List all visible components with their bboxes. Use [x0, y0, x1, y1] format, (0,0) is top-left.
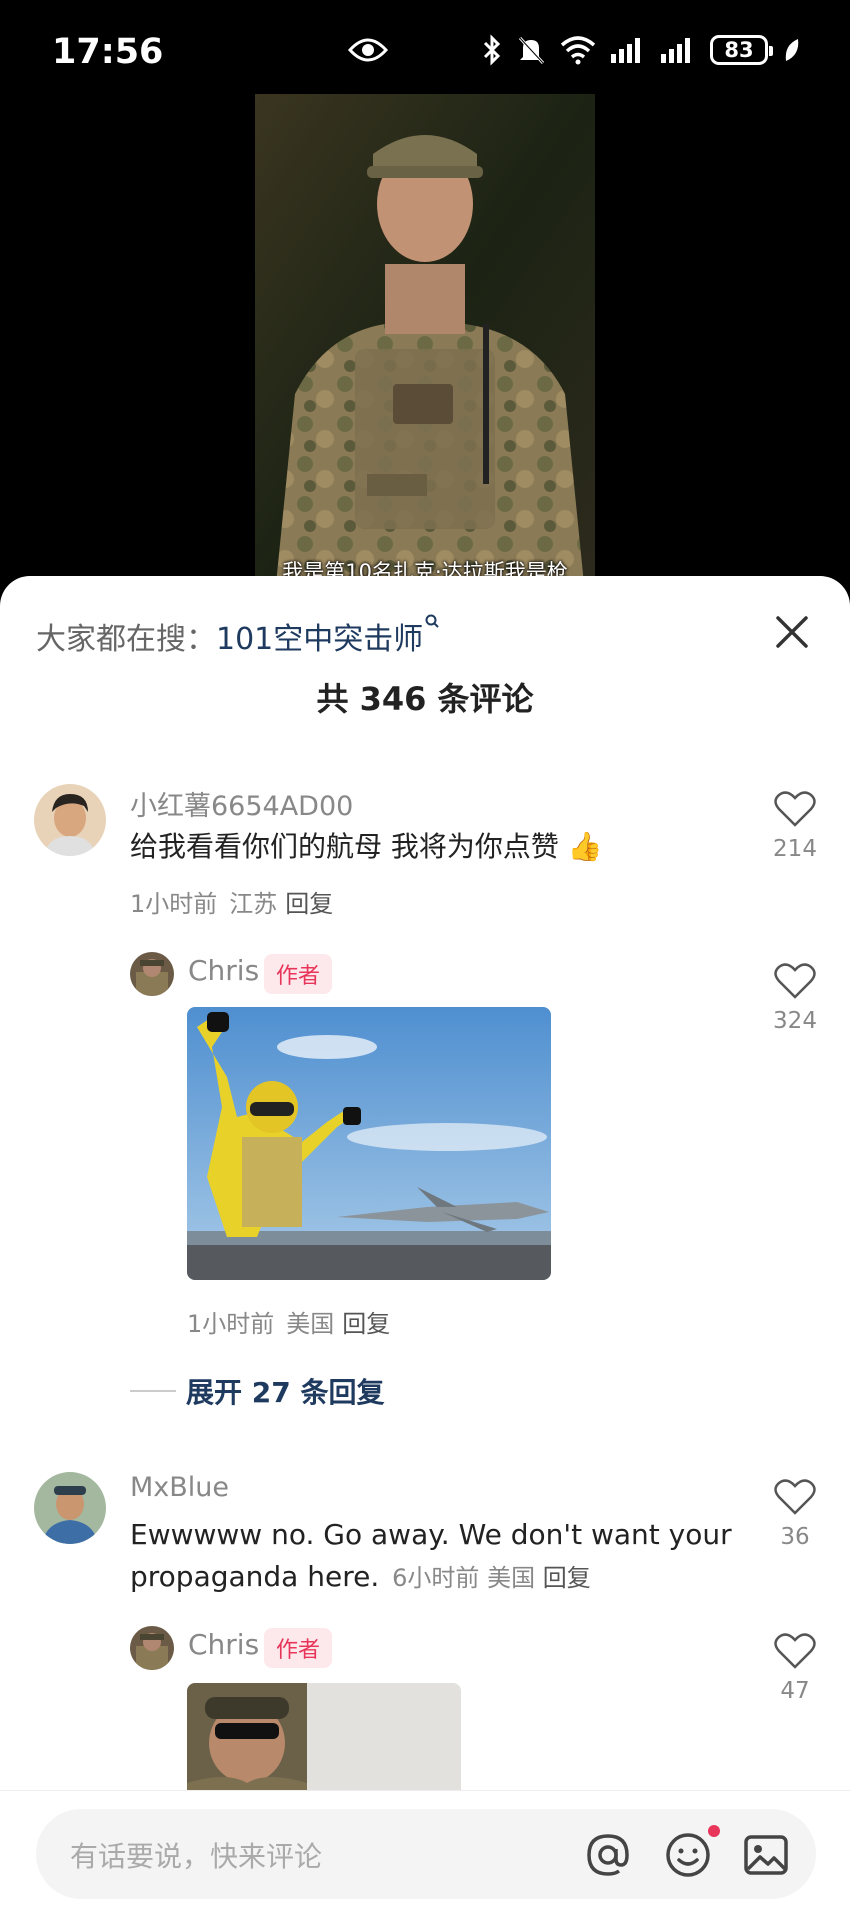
close-button[interactable] [770, 610, 814, 654]
like-button[interactable]: 324 [765, 962, 825, 1034]
eye-icon [347, 36, 389, 68]
soldier-video-frame [255, 94, 595, 594]
at-icon[interactable] [584, 1831, 632, 1879]
comment-text-body: 给我看看你们的航母 我将为你点赞 [130, 830, 559, 863]
comment-time: 1小时前 [130, 890, 218, 918]
comment-text: 给我看看你们的航母 我将为你点赞 👍 [130, 826, 603, 868]
trending-search-prefix: 大家都在搜： [36, 622, 216, 657]
search-icon [425, 614, 439, 628]
avatar[interactable] [130, 1626, 174, 1670]
emoji-icon[interactable] [664, 1831, 712, 1879]
reply-button[interactable]: 回复 [342, 1310, 390, 1338]
comment-count: 共 346 条评论 [316, 680, 534, 718]
reply-username[interactable]: Chris [188, 1628, 259, 1661]
trending-search[interactable]: 大家都在搜：101空中突击师 [36, 614, 441, 658]
wifi-icon [560, 36, 596, 65]
heart-icon [774, 791, 816, 827]
like-count: 214 [773, 836, 817, 862]
avatar[interactable] [34, 1472, 106, 1544]
comment-username[interactable]: MxBlue [130, 1472, 229, 1503]
reply-meta: 1小时前 美国 回复 [187, 1304, 390, 1339]
comment-location: 美国 [487, 1564, 536, 1592]
status-bar: 17:56 83 [0, 0, 850, 100]
status-time: 17:56 [52, 32, 164, 72]
reply-button[interactable]: 回复 [543, 1564, 591, 1592]
reply-location: 美国 [286, 1310, 335, 1338]
like-button[interactable]: 47 [765, 1632, 825, 1704]
notification-dot [708, 1825, 720, 1837]
comment-text-body: propaganda here. [130, 1560, 380, 1593]
avatar[interactable] [34, 784, 106, 856]
reply-image[interactable] [187, 1683, 461, 1803]
comment-username[interactable]: 小红薯6654AD00 [130, 784, 353, 823]
comment-text-line-1: Ewwwww no. Go away. We don't want your [130, 1518, 732, 1551]
heart-icon [774, 963, 816, 999]
comment-sheet: 大家都在搜：101空中突击师 共 346 条评论 小红薯6654AD00 给我看… [0, 576, 850, 1920]
heart-icon [774, 1633, 816, 1669]
signal-icon [661, 38, 690, 63]
video-player[interactable]: 我是第10名扎克·达拉斯我是枪 [255, 94, 595, 594]
trending-search-term[interactable]: 101空中突击师 [216, 622, 423, 657]
author-badge: 作者 [264, 954, 333, 994]
comment-time: 6小时前 [392, 1564, 480, 1592]
image-icon[interactable] [742, 1831, 790, 1879]
comment-meta: 1小时前 江苏 回复 [130, 884, 333, 919]
expand-replies-label: 展开 27 条回复 [186, 1376, 385, 1409]
comment-input-bar: 有话要说，快来评论 [0, 1790, 850, 1920]
like-count: 47 [780, 1678, 810, 1704]
divider-line [130, 1390, 176, 1392]
close-icon [776, 616, 808, 648]
expand-replies-button[interactable]: 展开 27 条回复 [130, 1371, 384, 1411]
comment-location: 江苏 [229, 890, 278, 918]
reply-time: 1小时前 [187, 1310, 275, 1338]
author-badge: 作者 [264, 1628, 333, 1668]
reply-image[interactable] [187, 1007, 551, 1280]
like-button[interactable]: 36 [765, 1478, 825, 1550]
heart-icon [774, 1479, 816, 1515]
signal-icon [611, 38, 640, 63]
comment-input[interactable]: 有话要说，快来评论 [36, 1809, 816, 1899]
battery-indicator: 83 [710, 35, 773, 65]
reply-username[interactable]: Chris [188, 954, 259, 987]
like-count: 36 [780, 1524, 810, 1550]
comment-input-placeholder: 有话要说，快来评论 [70, 1840, 323, 1873]
status-icons: 83 [482, 34, 800, 66]
reply-button[interactable]: 回复 [285, 890, 333, 918]
mute-bell-icon [518, 36, 545, 65]
comment-meta: 6小时前 美国 回复 [392, 1564, 591, 1592]
thumbs-up-emoji: 👍 [567, 830, 603, 863]
comment-text-line-2: propaganda here. 6小时前 美国 回复 [130, 1556, 591, 1599]
avatar[interactable] [130, 952, 174, 996]
leaf-icon [785, 39, 799, 61]
bluetooth-icon [483, 34, 501, 66]
like-count: 324 [773, 1008, 817, 1034]
like-button[interactable]: 214 [765, 790, 825, 862]
